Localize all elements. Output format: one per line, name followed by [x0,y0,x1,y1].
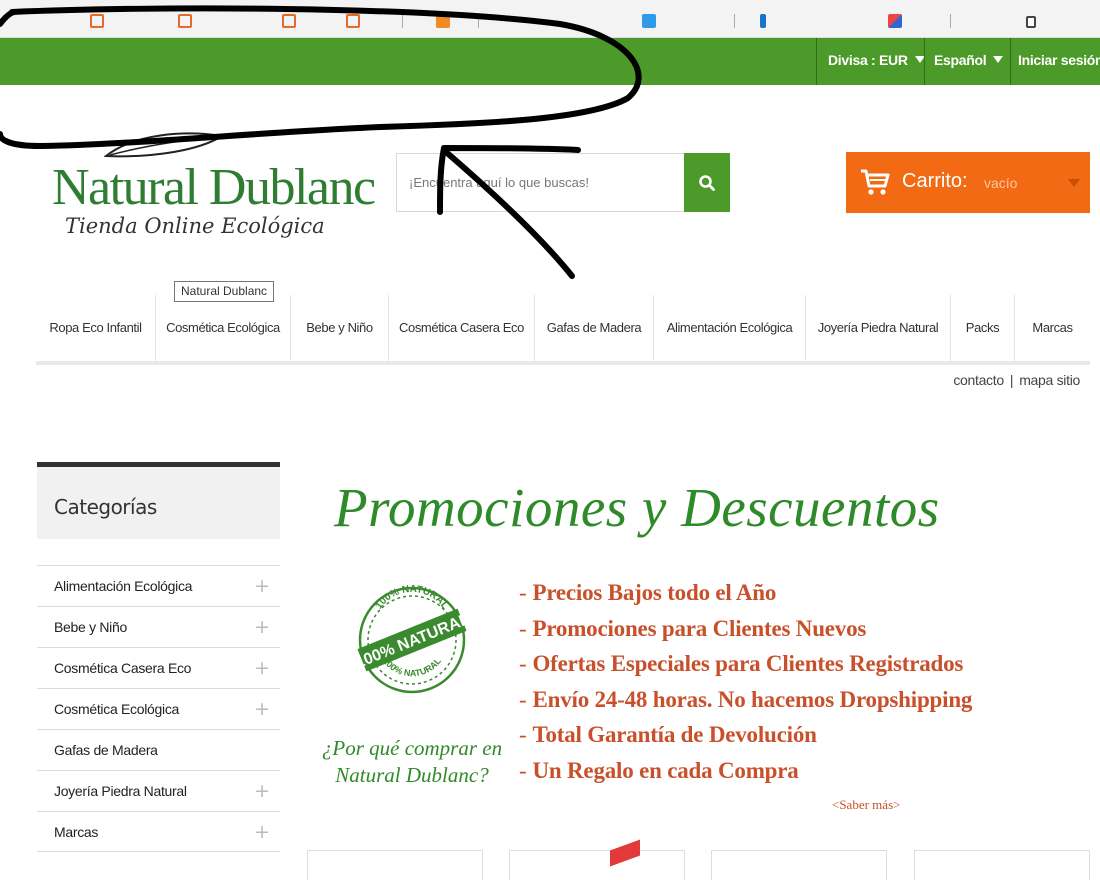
bookmark-icon[interactable] [888,14,902,28]
login-link[interactable]: Iniciar sesión [1018,38,1100,85]
plus-icon[interactable]: + [254,616,270,638]
currency-selector[interactable]: Divisa : EUR [828,38,925,85]
benefit-item: - Precios Bajos todo el Año [519,580,777,605]
trash-icon[interactable] [1026,16,1036,28]
cart-label: Carrito: [902,170,968,192]
natural-seal-icon: 100% NATURAL 100% NATURAL 100% NATURAL [356,584,468,694]
category-item-cosmetica-casera[interactable]: Cosmética Casera Eco + [37,647,280,688]
category-label: Gafas de Madera [54,742,158,758]
main-nav: Ropa Eco Infantil Cosmética Ecológica Be… [36,295,1090,365]
category-label: Cosmética Ecológica [54,701,180,717]
saber-mas-link[interactable]: <Saber más> [832,797,900,813]
utility-links: contacto | mapa sitio [953,372,1080,388]
benefit-item: - Envío 24-48 horas. No hacemos Dropshipp… [519,686,973,712]
categories-header: Categorías [37,462,280,539]
sitemap-link[interactable]: mapa sitio [1019,372,1080,388]
language-selector[interactable]: Español [934,38,1004,85]
plus-icon[interactable]: + [254,657,270,679]
svg-text:100% NATURAL: 100% NATURAL [373,584,450,611]
benefits-list: - Precios Bajos todo el Año - Promociones … [519,575,1079,788]
category-item-joyeria[interactable]: Joyería Piedra Natural + [37,770,280,811]
nav-item-ropa-eco-infantil[interactable]: Ropa Eco Infantil [36,295,156,361]
why-buy-text: ¿Por qué comprar en Natural Dublanc? [312,735,512,789]
benefit-item: - Ofertas Especiales para Clientes Regist… [519,651,964,676]
nav-item-packs[interactable]: Packs [951,295,1015,361]
search-icon [699,174,715,191]
cart-status: vacío [984,175,1018,191]
category-item-cosmetica-ecologica[interactable]: Cosmética Ecológica + [37,688,280,729]
plus-icon[interactable]: + [254,698,270,720]
search-input[interactable] [396,153,684,212]
plus-icon[interactable]: + [254,821,270,843]
product-card[interactable] [711,850,887,880]
site-logo[interactable]: Natural Dublanc Tienda Online Ecológica [52,128,376,248]
category-item-marcas[interactable]: Marcas + [37,811,280,852]
category-label: Alimentación Ecológica [54,578,193,594]
bookmark-icon[interactable] [436,14,450,28]
category-item-alimentacion[interactable]: Alimentación Ecológica + [37,565,280,606]
categories-list: Alimentación Ecológica + Bebe y Niño + Cos… [37,565,280,852]
nav-item-bebe-y-nino[interactable]: Bebe y Niño [291,295,389,361]
bookmark-icon[interactable] [760,14,766,28]
category-label: Cosmética Casera Eco [54,660,192,676]
plus-icon[interactable]: + [254,575,270,597]
logo-name: Natural Dublanc [52,159,376,216]
contact-link[interactable]: contacto [953,372,1004,388]
benefit-item: - Total Garantía de Devolución [519,722,817,747]
category-item-gafas-madera[interactable]: Gafas de Madera [37,729,280,770]
nav-item-joyeria-piedra-natural[interactable]: Joyería Piedra Natural [806,295,951,361]
bookmark-icon[interactable] [346,14,360,28]
nav-item-alimentacion-ecologica[interactable]: Alimentación Ecológica [654,295,806,361]
nav-item-gafas-de-madera[interactable]: Gafas de Madera [535,295,654,361]
link-separator: | [1009,372,1014,388]
cart-button[interactable]: Carrito: vacío [846,152,1090,213]
search-bar [396,153,730,212]
categories-title: Categorías [54,495,157,519]
logo-tagline: Tienda Online Ecológica [65,214,325,238]
plus-icon[interactable]: + [254,780,270,802]
product-card[interactable] [914,850,1090,880]
why-line-1: ¿Por qué comprar en [321,736,503,760]
benefit-item: - Promociones para Clientes Nuevos [519,615,867,641]
caret-down-icon [993,56,1004,63]
language-label: Español [934,52,987,68]
nav-item-cosmetica-casera-eco[interactable]: Cosmética Casera Eco [389,295,535,361]
promo-title: Promociones y Descuentos [334,477,940,538]
nav-item-cosmetica-ecologica[interactable]: Cosmética Ecológica [156,295,291,361]
caret-down-icon [1068,179,1080,187]
product-card[interactable] [307,850,483,880]
top-bar: Divisa : EUR Español Iniciar sesión [0,38,1100,85]
seal-top-text: 100% NATURAL [373,584,450,611]
category-label: Marcas [54,824,99,840]
category-item-bebe-nino[interactable]: Bebe y Niño + [37,606,280,647]
sale-badge-icon [610,839,640,867]
category-label: Bebe y Niño [54,619,127,635]
bookmark-icon[interactable] [642,14,656,28]
benefit-item: - Un Regalo en cada Compra [519,757,799,783]
product-card[interactable] [509,839,685,880]
category-label: Joyería Piedra Natural [54,783,187,799]
why-line-2: Natural Dublanc? [335,763,489,787]
bookmarks-bar [0,0,1100,38]
nav-item-marcas[interactable]: Marcas [1015,295,1090,361]
bookmark-icon[interactable] [90,14,104,28]
currency-label: Divisa : EUR [828,52,908,68]
cart-icon [861,169,890,195]
bookmark-icon[interactable] [178,14,192,28]
search-button[interactable] [684,153,730,212]
bookmark-icon[interactable] [282,14,296,28]
